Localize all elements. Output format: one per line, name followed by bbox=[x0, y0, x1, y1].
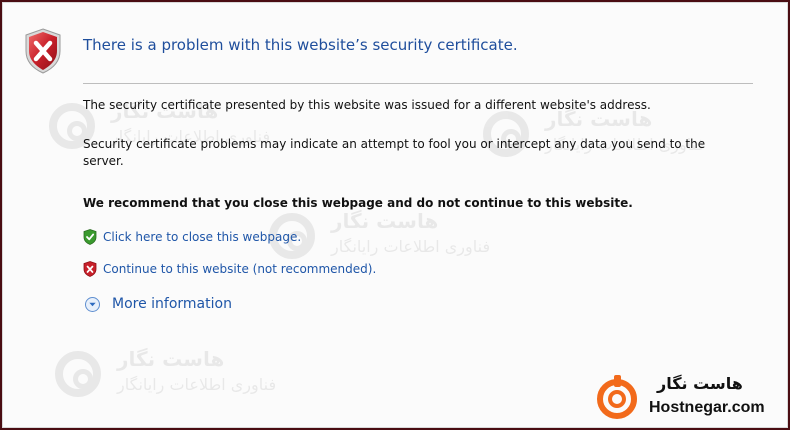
watermark-logo-icon bbox=[55, 351, 101, 397]
title-divider bbox=[83, 83, 753, 84]
red-shield-x-icon bbox=[83, 261, 97, 277]
brand-name-persian: هاست نگار bbox=[657, 374, 743, 393]
page-title: There is a problem with this website’s s… bbox=[83, 36, 518, 54]
recommendation-text: We recommend that you close this webpage… bbox=[83, 196, 633, 210]
continue-option[interactable]: Continue to this website (not recommende… bbox=[83, 260, 376, 278]
more-information-label[interactable]: More information bbox=[112, 296, 232, 312]
chevron-down-circle-icon[interactable] bbox=[85, 296, 100, 312]
watermark-subtext: فناوری اطلاعات رایانگار bbox=[117, 375, 277, 394]
error-shield-icon bbox=[25, 28, 61, 74]
watermark-subtext: فناوری اطلاعات رایانگار bbox=[331, 237, 491, 256]
watermark-text: هاست نگار bbox=[117, 347, 225, 371]
green-shield-check-icon bbox=[83, 229, 97, 245]
brand-logo: هاست نگار Hostnegar.com bbox=[595, 373, 785, 423]
close-webpage-option[interactable]: Click here to close this webpage. bbox=[83, 228, 301, 246]
brand-domain: Hostnegar.com bbox=[649, 399, 765, 416]
error-page: هاست نگار فناوری اطلاعات رایانگار هاست ن… bbox=[2, 2, 788, 428]
more-information-toggle[interactable]: More information bbox=[85, 296, 232, 312]
continue-to-website-link[interactable]: Continue to this website (not recommende… bbox=[103, 262, 376, 276]
warning-text: Security certificate problems may indica… bbox=[83, 137, 706, 168]
watermark-text: هاست نگار bbox=[331, 209, 439, 233]
description-text: The security certificate presented by th… bbox=[83, 98, 651, 112]
hostnegar-logo-icon bbox=[597, 375, 637, 419]
close-webpage-link[interactable]: Click here to close this webpage. bbox=[103, 230, 301, 244]
